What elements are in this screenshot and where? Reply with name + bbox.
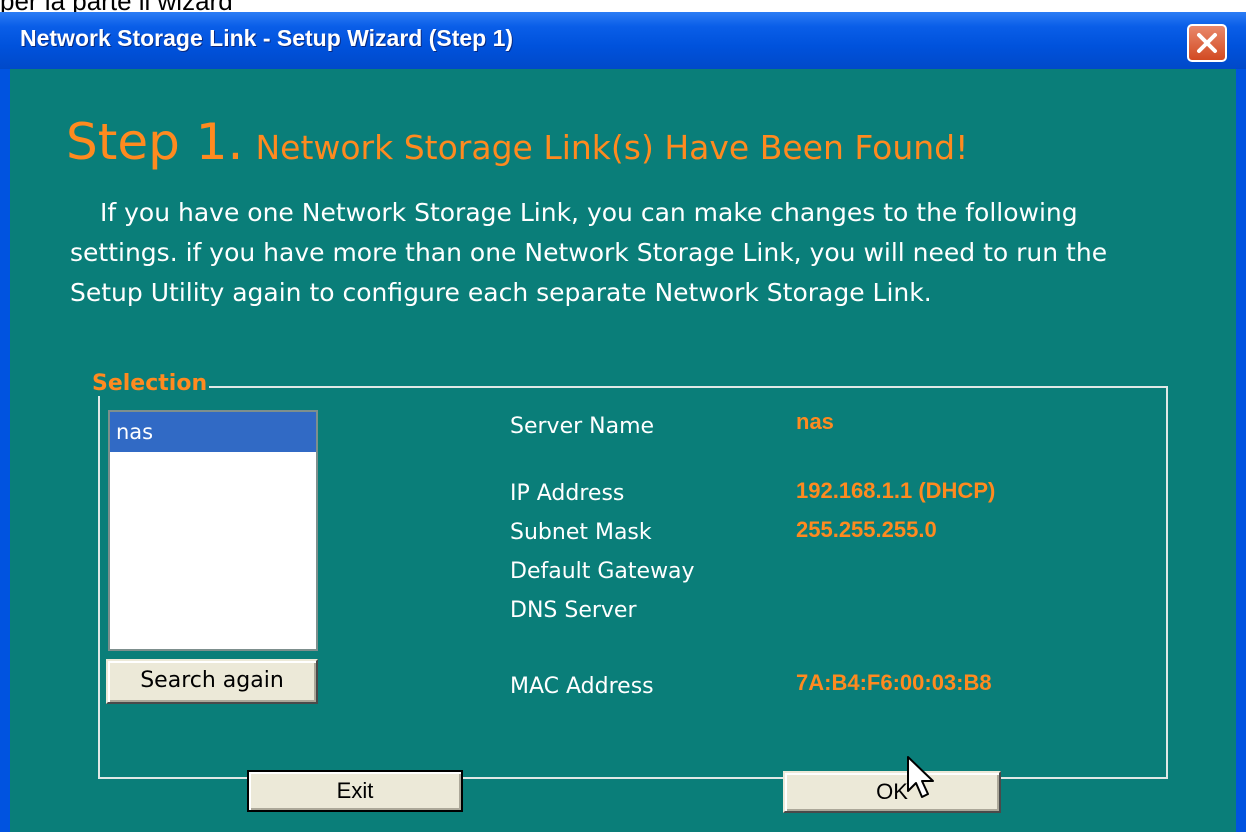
step-number: Step 1.: [66, 113, 244, 171]
ip-address-value: 192.168.1.1 (DHCP): [796, 478, 996, 503]
title-bar[interactable]: Network Storage Link - Setup Wizard (Ste…: [0, 12, 1246, 69]
list-item[interactable]: nas: [110, 412, 316, 452]
exit-button[interactable]: Exit: [247, 770, 463, 812]
wizard-content: Step 1. Network Storage Link(s) Have Been…: [10, 69, 1236, 832]
server-name-value: nas: [796, 409, 834, 434]
default-gateway-label: Default Gateway: [510, 559, 695, 584]
mac-address-value: 7A:B4:F6:00:03:B8: [796, 670, 992, 695]
intro-text: If you have one Network Storage Link, yo…: [70, 198, 1108, 307]
mac-address-label: MAC Address: [510, 674, 654, 699]
subnet-mask-value: 255.255.255.0: [796, 517, 937, 542]
step-heading: Step 1. Network Storage Link(s) Have Been…: [66, 113, 968, 171]
device-listbox[interactable]: nas: [108, 410, 318, 651]
close-icon: [1197, 33, 1217, 53]
ip-address-label: IP Address: [510, 481, 625, 506]
close-button[interactable]: [1187, 24, 1227, 62]
subnet-mask-label: Subnet Mask: [510, 520, 652, 545]
step-title: Network Storage Link(s) Have Been Found!: [255, 128, 969, 167]
wizard-window: Network Storage Link - Setup Wizard (Ste…: [0, 12, 1246, 832]
window-title: Network Storage Link - Setup Wizard (Ste…: [20, 25, 514, 51]
dns-server-label: DNS Server: [510, 598, 637, 623]
ok-button[interactable]: OK: [783, 771, 1001, 813]
selection-label: Selection: [90, 371, 210, 396]
server-name-label: Server Name: [510, 414, 655, 439]
search-again-button[interactable]: Search again: [106, 659, 318, 704]
mouse-cursor-icon: [907, 756, 934, 798]
